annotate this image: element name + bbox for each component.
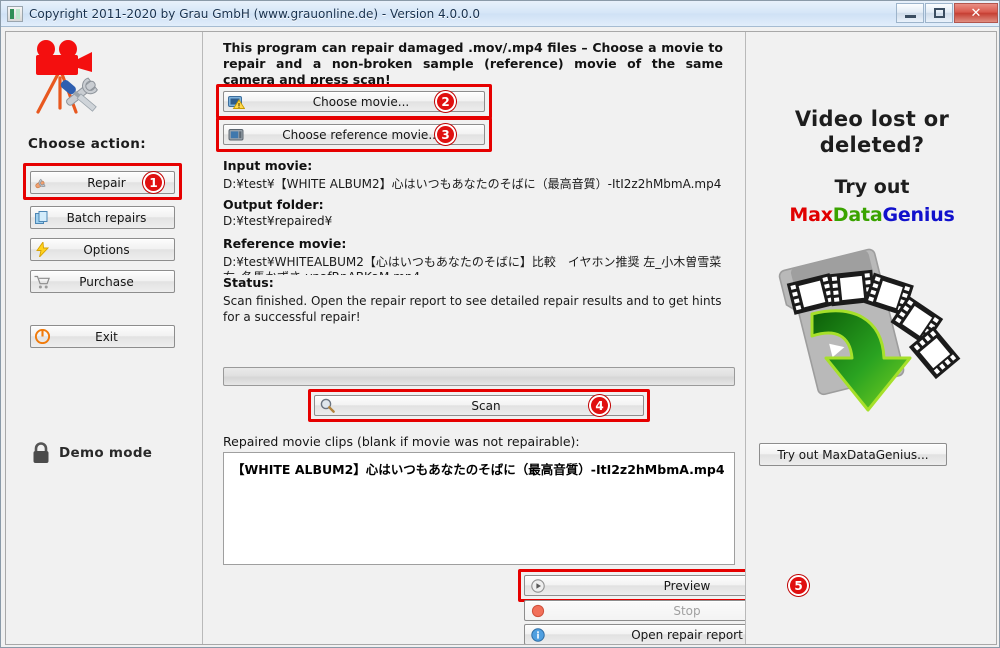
step-badge-2: 2 [435,91,456,112]
choose-action-label: Choose action: [28,136,147,152]
app-icon [7,5,23,22]
maximize-icon [933,8,945,18]
promo-headline-line1: Video lost or [794,107,950,131]
sidebar-item-purchase-label: Purchase [79,274,134,289]
output-folder-label: Output folder: [223,197,324,212]
promo-headline-line2: deleted? [819,133,925,157]
output-folder-value: D:¥test¥repaired¥ [223,214,333,228]
try-out-maxdatagenius-button[interactable]: Try out MaxDataGenius... [759,443,947,466]
status-value: Scan finished. Open the repair report to… [223,294,722,324]
movie-camera-repair-logo [36,40,98,114]
application-window: Copyright 2011-2020 by Grau GmbH (www.gr… [0,0,1000,648]
window-controls: ✕ [895,3,998,23]
close-icon: ✕ [970,5,982,21]
maximize-button[interactable] [925,3,953,23]
record-stop-icon [525,604,551,618]
memory-card-with-film-strips-and-green-arrow [778,248,961,412]
sidebar-item-purchase[interactable]: Purchase [30,270,175,293]
step-badge-3: 3 [435,124,456,145]
promo-headline: Video lost or deleted? [746,106,996,158]
demo-mode-label: Demo mode [59,445,153,461]
promo-panel: Video lost or deleted? Try out MaxDataGe… [745,32,996,644]
minimize-icon [904,14,916,18]
title-bar: Copyright 2011-2020 by Grau GmbH (www.gr… [1,1,999,27]
power-icon [31,329,53,344]
list-item[interactable]: 【WHITE ALBUM2】心はいつもあなたのそばに（最高音質）-ItI2z2h… [232,459,726,478]
copy-pages-icon [31,210,53,225]
sidebar-item-exit-label: Exit [95,329,118,344]
demo-mode-indicator: Demo mode [32,442,152,464]
lock-icon [33,442,49,463]
sidebar: Choose action: Repair 1 Batch repairs Op… [6,32,203,644]
window-body: Choose action: Repair 1 Batch repairs Op… [1,27,999,647]
brand-part-max: Max [789,204,833,226]
window-title: Copyright 2011-2020 by Grau GmbH (www.gr… [29,6,480,21]
status-label: Status: [223,275,278,290]
try-out-maxdatagenius-label: Try out MaxDataGenius... [777,447,929,462]
close-button[interactable]: ✕ [954,3,998,23]
reference-movie-label: Reference movie: [223,236,347,251]
brand-part-data: Data [832,204,883,226]
intro-text: This program can repair damaged .mov/.mp… [223,40,723,87]
input-movie-label: Input movie: [223,158,313,173]
shopping-cart-icon [31,275,53,289]
promo-tryout-text: Try out [834,176,910,198]
promo-brand-logo: MaxDataGenius [746,204,996,226]
content-frame: Choose action: Repair 1 Batch repairs Op… [5,31,997,645]
input-movie-value: D:¥test¥【WHITE ALBUM2】心はいつもあなたのそばに（最高音質）… [223,177,722,191]
sidebar-item-exit[interactable]: Exit [30,325,175,348]
reference-movie-value-line2: 右_冬馬かずさ-ynafRpABKaM.mp4 [223,268,735,275]
minimize-button[interactable] [896,3,924,23]
sidebar-item-batch-repairs[interactable]: Batch repairs [30,206,175,229]
sidebar-item-options[interactable]: Options [30,238,175,261]
repaired-clips-list[interactable]: 【WHITE ALBUM2】心はいつもあなたのそばに（最高音質）-ItI2z2h… [223,452,735,565]
step-badge-4: 4 [589,395,610,416]
sidebar-item-options-label: Options [83,242,130,257]
brand-part-genius: Genius [882,204,955,226]
sidebar-item-batch-repairs-label: Batch repairs [66,210,147,225]
repaired-clips-label: Repaired movie clips (blank if movie was… [223,434,580,449]
lightning-bolt-icon [31,242,53,257]
step-badge-5: 5 [788,575,809,596]
main-panel: This program can repair damaged .mov/.mp… [204,32,840,644]
step-badge-1: 1 [143,172,164,193]
progress-bar [223,367,735,386]
info-icon [525,627,551,642]
